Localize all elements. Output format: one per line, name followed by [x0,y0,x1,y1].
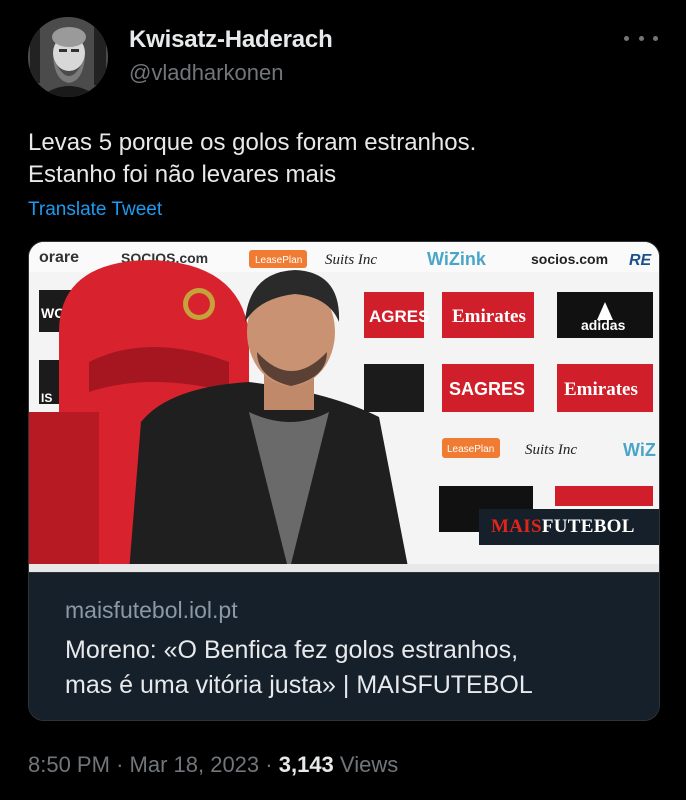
svg-text:WiZ: WiZ [623,440,656,460]
link-preview-card[interactable]: orare SOCIOS.com LeasePlan Suits Inc WiZ… [28,241,660,721]
more-options-icon[interactable] [624,26,658,50]
tweet-text-line: Levas 5 porque os golos foram estranhos. [28,129,477,156]
maisfutebol-watermark: MAIS FUTEBOL [479,509,659,545]
card-title-line: Moreno: «O Benfica fez golos estranhos, [65,636,519,664]
views-label[interactable]: Views [340,752,398,777]
card-meta: maisfutebol.iol.pt Moreno: «O Benfica fe… [29,572,659,720]
card-thumbnail-image: orare SOCIOS.com LeasePlan Suits Inc WiZ… [29,242,659,572]
tweet-date[interactable]: Mar 18, 2023 [130,752,260,777]
card-title-line: mas é uma vitória justa» | MAISFUTEBOL [65,671,533,699]
meta-separator: · [265,752,273,777]
svg-text:WiZink: WiZink [427,249,487,269]
watermark-part-b: FUTEBOL [541,516,635,537]
svg-text:socios.com: socios.com [531,251,608,267]
views-count[interactable]: 3,143 [279,752,334,777]
svg-text:RE: RE [629,252,653,269]
profile-avatar-image [28,17,108,97]
meta-separator: · [116,752,124,777]
svg-text:LeasePlan: LeasePlan [255,255,302,266]
svg-text:Emirates: Emirates [564,379,638,400]
tweet-time[interactable]: 8:50 PM [28,752,110,777]
author-handle[interactable]: @vladharkonen [129,60,283,86]
svg-text:AGRES: AGRES [369,307,429,326]
svg-text:LeasePlan: LeasePlan [447,444,494,455]
card-title: Moreno: «O Benfica fez golos estranhos, … [65,633,645,703]
translate-tweet-link[interactable]: Translate Tweet [28,199,162,221]
svg-text:SAGRES: SAGRES [449,379,525,399]
svg-text:Suits Inc: Suits Inc [525,442,577,458]
tweet-meta-footer: 8:50 PM · Mar 18, 2023 · 3,143 Views [28,752,398,778]
svg-text:orare: orare [39,249,79,266]
author-avatar[interactable] [28,17,108,97]
svg-text:IS: IS [41,391,52,405]
watermark-part-a: MAIS [491,516,542,537]
tweet-text-line: Estanho foi não levares mais [28,161,337,188]
svg-text:Suits Inc: Suits Inc [325,252,377,268]
card-domain: maisfutebol.iol.pt [65,597,238,623]
author-display-name[interactable]: Kwisatz-Haderach [129,26,333,54]
tweet-text: Levas 5 porque os golos foram estranhos.… [28,127,658,191]
svg-text:Emirates: Emirates [452,306,526,327]
